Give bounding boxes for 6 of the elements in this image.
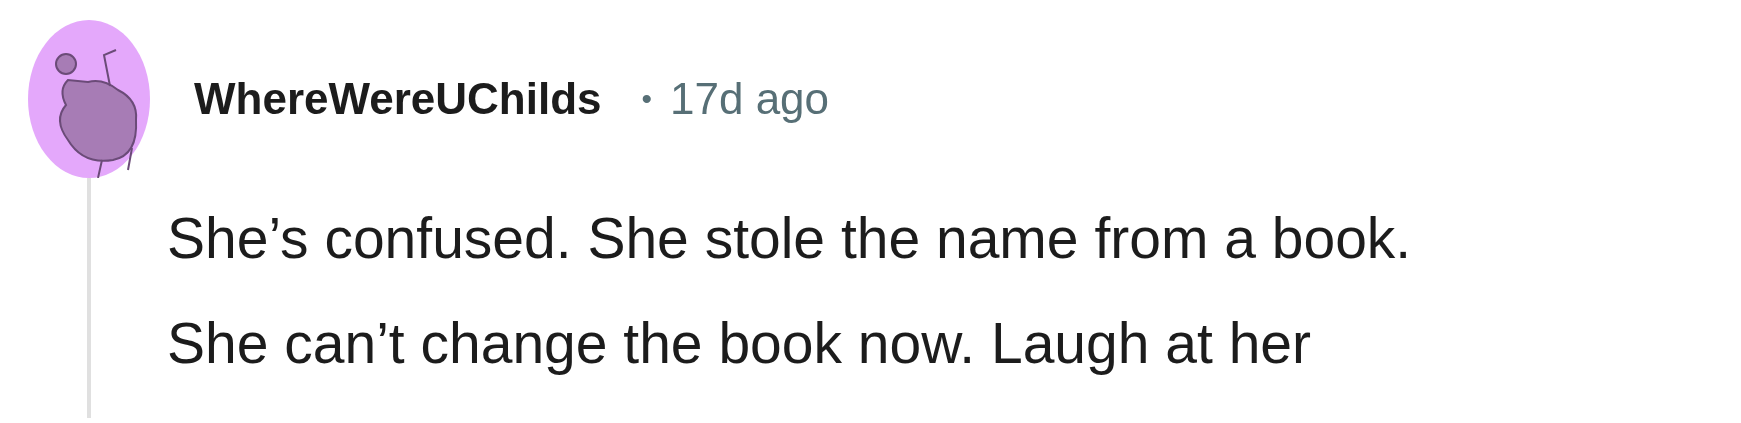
timestamp: 17d ago [670,74,830,124]
separator-dot: • [641,82,652,116]
comment-text: She can’t change the book now. Laugh at her [167,310,1313,377]
username[interactable]: WhereWereUChilds [194,74,602,124]
avatar-icon [28,20,150,178]
comment-text: She’s confused. She stole the name from a book. [167,205,1412,272]
